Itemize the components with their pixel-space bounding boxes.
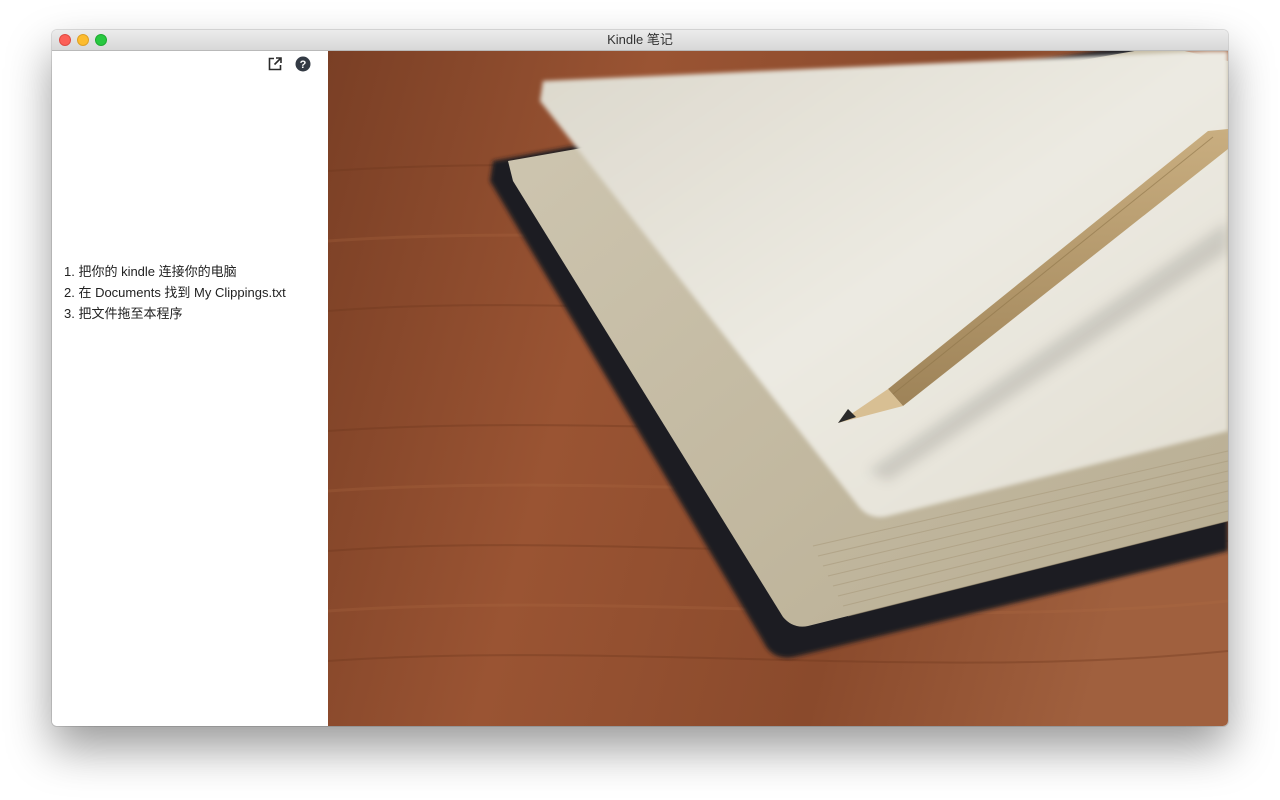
question-circle-icon[interactable]: ? <box>295 56 311 72</box>
instruction-step-drag-file: 3. 把文件拖至本程序 <box>64 306 183 321</box>
app-window: Kindle 笔记 ? 1. 把你的 kindle 连接你的电脑 2. 在 Do… <box>52 30 1228 726</box>
sidebar: ? 1. 把你的 kindle 连接你的电脑 2. 在 Documents 找到… <box>52 51 328 726</box>
instruction-step-connect: 1. 把你的 kindle 连接你的电脑 <box>64 264 237 279</box>
external-link-icon[interactable] <box>267 56 283 72</box>
title-bar[interactable]: Kindle 笔记 <box>52 30 1228 51</box>
drop-zone-background-image[interactable] <box>328 51 1228 726</box>
window-title: Kindle 笔记 <box>607 32 673 47</box>
instruction-step-find-file: 2. 在 Documents 找到 My Clippings.txt <box>64 285 286 300</box>
instruction-list: 1. 把你的 kindle 连接你的电脑 2. 在 Documents 找到 M… <box>64 261 286 324</box>
svg-text:?: ? <box>300 59 307 71</box>
